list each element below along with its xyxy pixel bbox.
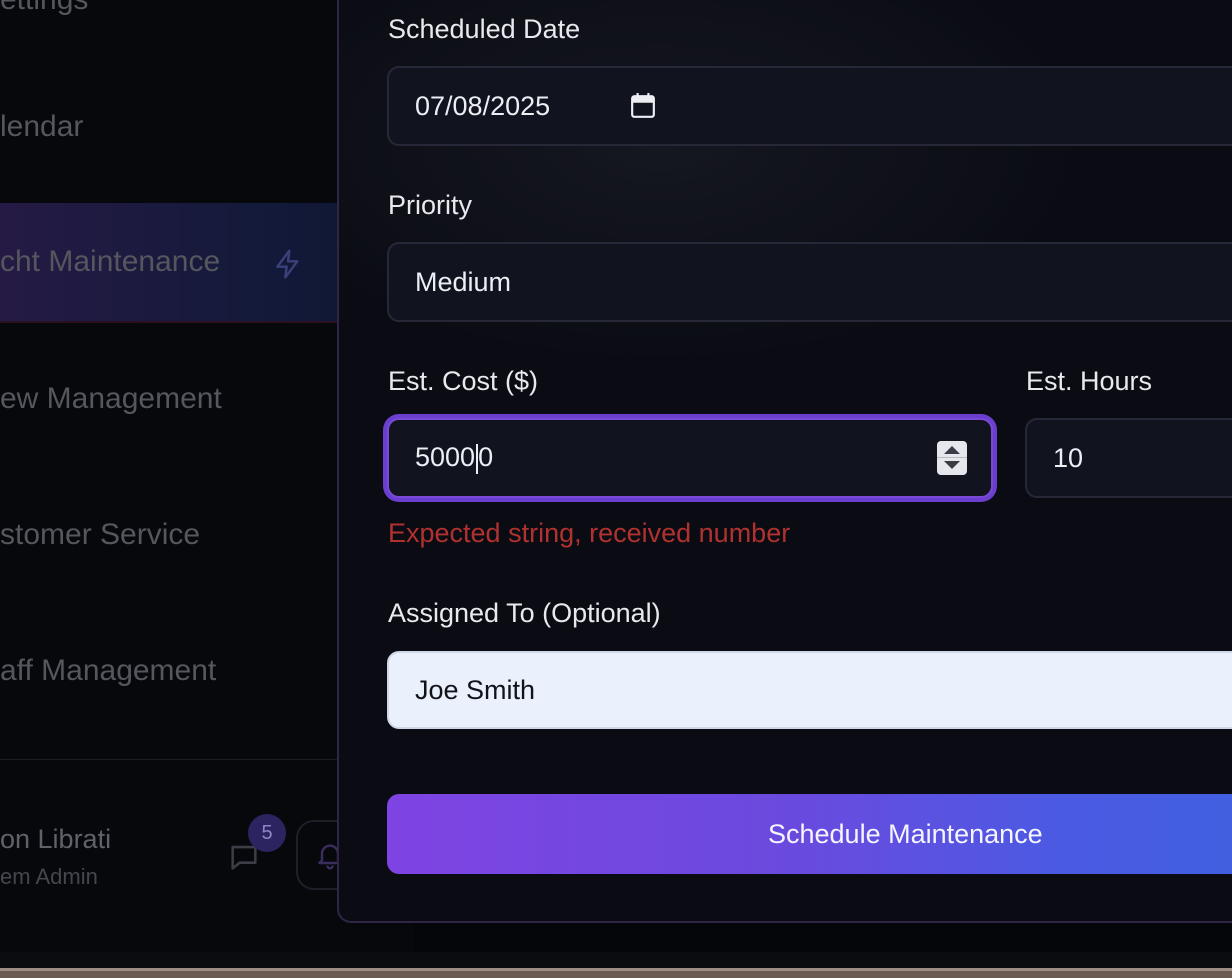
est-cost-error-message: Expected string, received number <box>388 518 791 548</box>
bolt-icon <box>276 249 299 279</box>
assigned-to-input[interactable]: Joe Smith <box>387 651 1232 729</box>
stepper-down-arrow[interactable] <box>944 461 960 469</box>
est-hours-input[interactable]: 10 <box>1025 418 1232 498</box>
sidebar-item-label: ettings <box>0 0 88 17</box>
scheduled-date-value: 07/08/2025 <box>415 90 551 121</box>
stepper-up-arrow[interactable] <box>944 446 960 454</box>
est-hours-label: Est. Hours <box>1026 366 1153 396</box>
est-cost-input[interactable]: 5000 0 <box>387 418 993 498</box>
est-cost-label: Est. Cost ($) <box>388 366 539 396</box>
priority-label: Priority <box>388 190 473 220</box>
sidebar-item-label: stomer Service <box>0 518 201 551</box>
app-root: ettings lendar cht Maintenance ew Manage… <box>0 0 1232 978</box>
user-name: on Librati <box>0 824 112 854</box>
est-cost-value: 5000 0 <box>415 442 494 474</box>
scheduled-date-input[interactable]: 07/08/2025 <box>387 66 1232 146</box>
priority-select[interactable]: Medium <box>387 242 1232 322</box>
screen-edge <box>0 968 1232 978</box>
schedule-maintenance-button[interactable]: Schedule Maintenance <box>387 794 1232 874</box>
priority-value: Medium <box>415 266 512 297</box>
assigned-to-label: Assigned To (Optional) <box>388 598 661 628</box>
sidebar-item-label: lendar <box>0 110 84 143</box>
calendar-icon[interactable] <box>630 93 656 119</box>
sidebar-item-label: ew Management <box>0 382 222 415</box>
user-role: em Admin <box>0 864 98 889</box>
number-stepper[interactable] <box>937 441 967 475</box>
notification-count-badge: 5 <box>248 814 286 852</box>
sidebar-item-label: aff Management <box>0 654 217 687</box>
schedule-maintenance-label: Schedule Maintenance <box>768 819 1043 849</box>
sidebar-item-label: cht Maintenance <box>0 245 221 278</box>
scheduled-date-label: Scheduled Date <box>388 14 581 44</box>
assigned-to-value: Joe Smith <box>415 674 536 705</box>
est-hours-value: 10 <box>1053 442 1084 473</box>
